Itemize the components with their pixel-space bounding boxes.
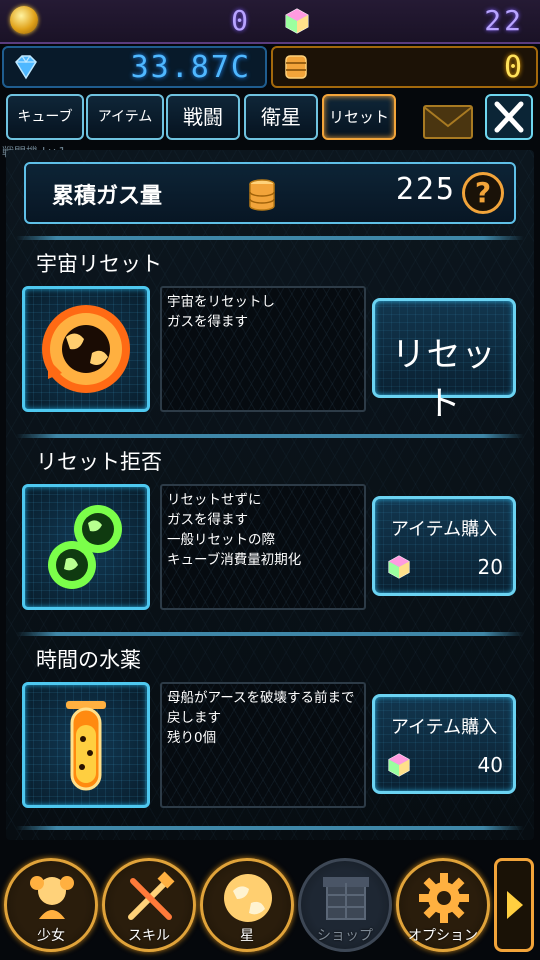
gear-icon [419,873,469,923]
nav-shop-label: ショップ [317,928,373,944]
gas-tank-icon [249,179,275,211]
universe-reset-description: 宇宙をリセットし ガスを得ます [160,286,366,412]
time-potion-description: 母船がアースを破壊する前まで 戻します 残り0個 [160,682,366,808]
tab-bar: キューブ アイテム 戦闘 衛星 リセット [0,92,540,142]
arrow-right-icon [507,891,523,919]
cube-icon [388,753,410,777]
close-button[interactable] [485,94,533,140]
reset-refusal-icon [48,505,122,589]
time-potion-icon-box [22,682,150,808]
nav-planet-button[interactable]: 星 [200,858,294,952]
crystal-icon [15,55,37,80]
item-price: 20 [477,555,503,579]
bottom-nav: 少女 スキル 星 ショップ オプション [0,850,540,960]
gas-value: 0 [503,50,522,85]
nav-girl-button[interactable]: 少女 [4,858,98,952]
planet-icon [224,874,272,922]
section-title-reset-refusal: リセット拒否 [36,450,162,474]
cube-count: 22 [484,4,524,37]
universe-reset-icon [42,305,130,393]
cube-icon [285,8,309,34]
close-icon [494,101,524,133]
skill-icon [128,871,175,920]
reset-refusal-description: リセットせずに ガスを得ます 一般リセットの際 キューブ消費量初期化 [160,484,366,610]
section-title-universe-reset: 宇宙リセット [36,252,162,276]
nav-option-button[interactable]: オプション [396,858,490,952]
divider [16,236,524,240]
tab-satellite[interactable]: 衛星 [244,94,318,140]
reset-refusal-icon-box [22,484,150,610]
currency-bar: 0 22 [0,0,540,44]
nav-option-label: オプション [408,928,478,944]
girl-icon [30,876,74,919]
next-page-button[interactable] [494,858,534,952]
reset-button-label: リセット [391,335,497,424]
help-button[interactable]: ? [462,172,504,214]
nav-skill-button[interactable]: スキル [102,858,196,952]
item-price: 40 [477,753,503,777]
section-title-time-potion: 時間の水薬 [36,648,141,672]
coin-icon [10,6,38,34]
universe-reset-icon-box [22,286,150,412]
accumulated-gas-value: 225 [395,172,456,207]
nav-shop-button[interactable]: ショップ [298,858,392,952]
resource-bar: 33.87C 0 [0,44,540,90]
potion-icon [66,701,106,791]
energy-value: 33.87C [130,50,251,85]
shop-icon [323,877,369,920]
gas-display: 0 [271,46,538,88]
mail-icon[interactable] [422,104,474,140]
gas-tank-icon [285,55,307,79]
buy-time-potion-button[interactable]: アイテム購入 40 [372,694,516,794]
cube-icon [388,555,410,579]
tab-cube[interactable]: キューブ [6,94,84,140]
nav-planet-label: 星 [240,928,254,944]
reset-panel: 累積ガス量 225 ? 宇宙リセット 宇宙をリセットし ガスを得ます リセット … [6,150,534,840]
tab-item[interactable]: アイテム [86,94,164,140]
tab-reset[interactable]: リセット [322,94,396,140]
nav-skill-label: スキル [128,928,170,944]
buy-item-label: アイテム購入 [390,519,498,540]
divider [16,632,524,636]
buy-reset-refusal-button[interactable]: アイテム購入 20 [372,496,516,596]
energy-display: 33.87C [2,46,267,88]
accumulated-gas-header: 累積ガス量 225 ? [24,162,516,224]
accumulated-gas-label: 累積ガス量 [52,184,163,209]
tab-battle[interactable]: 戦闘 [166,94,240,140]
reset-button[interactable]: リセット [372,298,516,424]
buy-item-label: アイテム購入 [390,717,498,738]
divider [16,826,524,830]
nav-girl-label: 少女 [37,928,65,944]
divider [16,434,524,438]
coin-count: 0 [231,4,250,37]
